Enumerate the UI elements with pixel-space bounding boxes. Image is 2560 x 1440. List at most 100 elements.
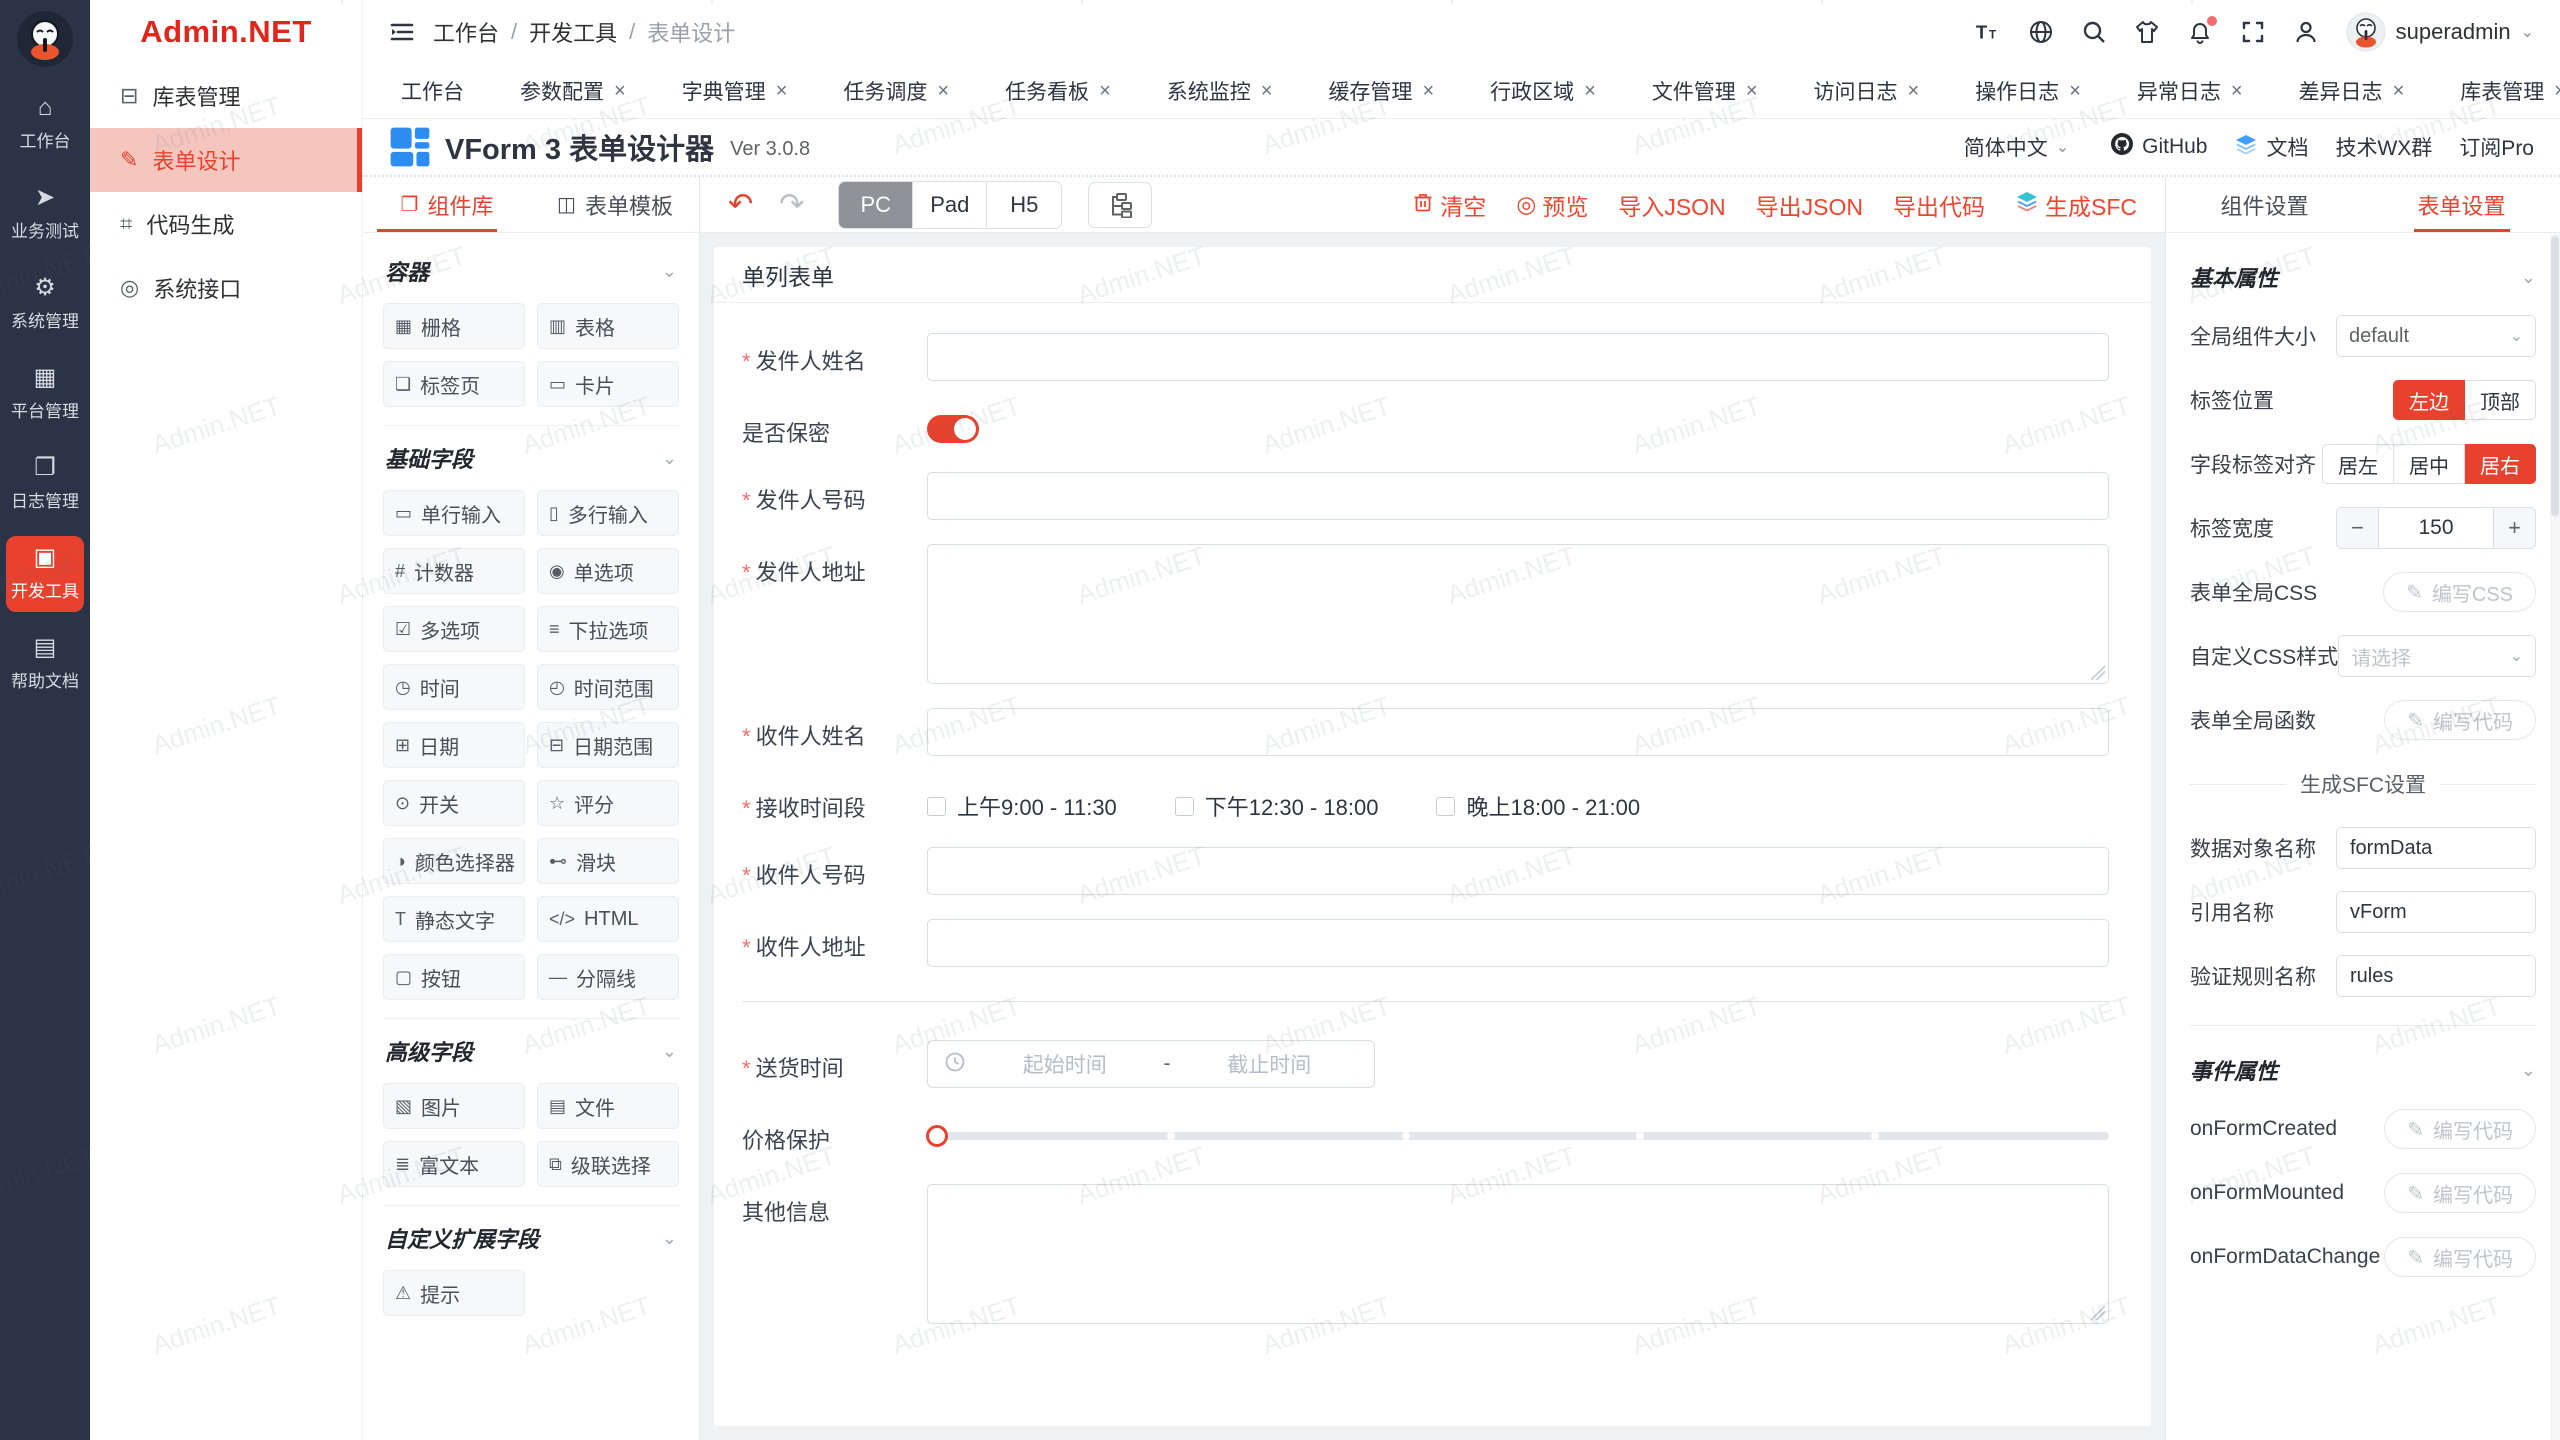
form-field-row[interactable]: *送货时间起始时间-截止时间	[742, 1040, 2109, 1088]
device-button[interactable]: Pad	[913, 182, 987, 228]
tab-item[interactable]: 差异日志×	[2289, 69, 2415, 113]
close-icon[interactable]: ×	[2554, 81, 2560, 101]
widget-item[interactable]: ◑颜色选择器	[383, 838, 525, 884]
resize-grip-icon[interactable]	[2091, 1306, 2105, 1320]
code-editor-button[interactable]: ✎编写代码	[2384, 1237, 2536, 1277]
minus-icon[interactable]: −	[2337, 508, 2379, 548]
settings-tab[interactable]: 表单设置	[2363, 177, 2560, 232]
device-button[interactable]: H5	[987, 182, 1061, 228]
widget-item[interactable]: ☑多选项	[383, 606, 525, 652]
settings-text-input[interactable]: rules	[2336, 955, 2536, 997]
close-icon[interactable]: ×	[937, 81, 949, 101]
widget-item[interactable]: —分隔线	[537, 954, 679, 1000]
tab-item[interactable]: 访问日志×	[1804, 69, 1930, 113]
tab-item[interactable]: 缓存管理×	[1318, 69, 1444, 113]
segmented-option[interactable]: 居右	[2465, 444, 2536, 484]
text-input[interactable]	[927, 333, 2109, 381]
menu-fold-icon[interactable]	[389, 19, 415, 45]
fullscreen-icon[interactable]	[2240, 19, 2266, 45]
node-tree-button[interactable]	[1088, 182, 1152, 228]
scrollbar-thumb[interactable]	[2551, 236, 2559, 516]
checkbox-option[interactable]: 晚上18:00 - 21:00	[1436, 790, 1640, 822]
tab-item[interactable]: 库表管理×	[2450, 69, 2560, 113]
vform-link[interactable]: 文档	[2234, 132, 2308, 162]
widget-item[interactable]: ⚠提示	[383, 1270, 525, 1316]
checkbox-option[interactable]: 下午12:30 - 18:00	[1175, 790, 1379, 822]
form-field-row[interactable]: 价格保护	[742, 1112, 2109, 1160]
code-editor-button[interactable]: ✎编写代码	[2384, 700, 2536, 740]
sidebar-item[interactable]: ⊟库表管理	[90, 64, 362, 128]
language-icon[interactable]	[2028, 19, 2054, 45]
widget-section-header[interactable]: 自定义扩展字段⌄	[385, 1222, 677, 1254]
form-field-row[interactable]: *收件人地址	[742, 919, 2109, 967]
form-field-row[interactable]: *发件人姓名	[742, 333, 2109, 381]
form-field-row[interactable]: *收件人姓名	[742, 708, 2109, 756]
rail-item[interactable]: ❐日志管理	[6, 446, 84, 522]
widget-item[interactable]: ❏标签页	[383, 361, 525, 407]
breadcrumb-item[interactable]: 开发工具	[529, 16, 617, 48]
plus-icon[interactable]: +	[2493, 508, 2535, 548]
toolbar-action[interactable]: 导入JSON	[1618, 188, 1725, 222]
widget-item[interactable]: ▢按钮	[383, 954, 525, 1000]
toolbar-action[interactable]: 生成SFC	[2015, 188, 2137, 222]
font-size-icon[interactable]: TT	[1975, 19, 2001, 45]
tab-item[interactable]: 操作日志×	[1965, 69, 2091, 113]
scrollbar[interactable]	[2550, 234, 2560, 1440]
settings-text-input[interactable]: formData	[2336, 827, 2536, 869]
close-icon[interactable]: ×	[1099, 81, 1111, 101]
widget-section-header[interactable]: 容器⌄	[385, 255, 677, 287]
sidebar-item[interactable]: ⌗代码生成	[90, 192, 362, 256]
form-field-row[interactable]: *发件人号码	[742, 472, 2109, 520]
user-menu[interactable]: superadmin ⌄	[2346, 12, 2534, 52]
close-icon[interactable]: ×	[1422, 81, 1434, 101]
settings-section-header[interactable]: 事件属性⌄	[2190, 1054, 2536, 1086]
form-field-row[interactable]: *发件人地址	[742, 544, 2109, 684]
checkbox-icon[interactable]	[1436, 797, 1455, 816]
widget-item[interactable]: ◷时间	[383, 664, 525, 710]
rail-item[interactable]: ➤业务测试	[6, 176, 84, 252]
checkbox-icon[interactable]	[1175, 797, 1194, 816]
rail-item[interactable]: ▣开发工具	[6, 536, 84, 612]
tab-item[interactable]: 系统监控×	[1157, 69, 1283, 113]
rail-item[interactable]: ▤帮助文档	[6, 626, 84, 702]
widget-section-header[interactable]: 高级字段⌄	[385, 1035, 677, 1067]
text-input[interactable]	[927, 708, 2109, 756]
close-icon[interactable]: ×	[1746, 81, 1758, 101]
widget-item[interactable]: #计数器	[383, 548, 525, 594]
segmented-option[interactable]: 居中	[2394, 444, 2465, 484]
toolbar-action[interactable]: ◎预览	[1516, 188, 1588, 222]
app-logo-icon[interactable]	[16, 10, 74, 68]
code-editor-button[interactable]: ✎编写CSS	[2383, 572, 2536, 612]
language-select[interactable]: 简体中文 ⌄	[1964, 132, 2069, 162]
resize-grip-icon[interactable]	[2091, 666, 2105, 680]
widget-section-header[interactable]: 基础字段⌄	[385, 442, 677, 474]
text-input[interactable]	[927, 847, 2109, 895]
text-input[interactable]	[927, 472, 2109, 520]
widget-item[interactable]: ⊟日期范围	[537, 722, 679, 768]
form-field-row[interactable]: 是否保密	[742, 405, 2109, 448]
tab-item[interactable]: 文件管理×	[1642, 69, 1768, 113]
search-icon[interactable]	[2081, 19, 2107, 45]
widget-item[interactable]: ◉单选项	[537, 548, 679, 594]
toolbar-action[interactable]: 导出代码	[1893, 188, 1985, 222]
sidebar-item[interactable]: ✎表单设计	[90, 128, 362, 192]
segmented-option[interactable]: 顶部	[2465, 380, 2536, 420]
undo-icon[interactable]: ↶	[728, 187, 753, 222]
segmented-option[interactable]: 居左	[2322, 444, 2394, 484]
toolbar-action[interactable]: 导出JSON	[1756, 188, 1863, 222]
widget-item[interactable]: ⊷滑块	[537, 838, 679, 884]
widget-item[interactable]: ▧图片	[383, 1083, 525, 1129]
form-field-row[interactable]: *接收时间段上午9:00 - 11:30下午12:30 - 18:00晚上18:…	[742, 780, 2109, 823]
textarea-input[interactable]	[927, 544, 2109, 684]
vform-link[interactable]: 订阅Pro	[2459, 132, 2534, 162]
code-editor-button[interactable]: ✎编写代码	[2384, 1173, 2536, 1213]
slider-handle[interactable]	[926, 1125, 948, 1147]
widget-item[interactable]: ≣富文本	[383, 1141, 525, 1187]
form-field-row[interactable]: *收件人号码	[742, 847, 2109, 895]
close-icon[interactable]: ×	[2231, 81, 2243, 101]
widget-item[interactable]: ☆评分	[537, 780, 679, 826]
checkbox-option[interactable]: 上午9:00 - 11:30	[927, 790, 1117, 822]
vform-link[interactable]: GitHub	[2110, 132, 2207, 162]
panel-tab[interactable]: ❐组件库	[363, 177, 531, 232]
form-field-row[interactable]: 其他信息	[742, 1184, 2109, 1324]
